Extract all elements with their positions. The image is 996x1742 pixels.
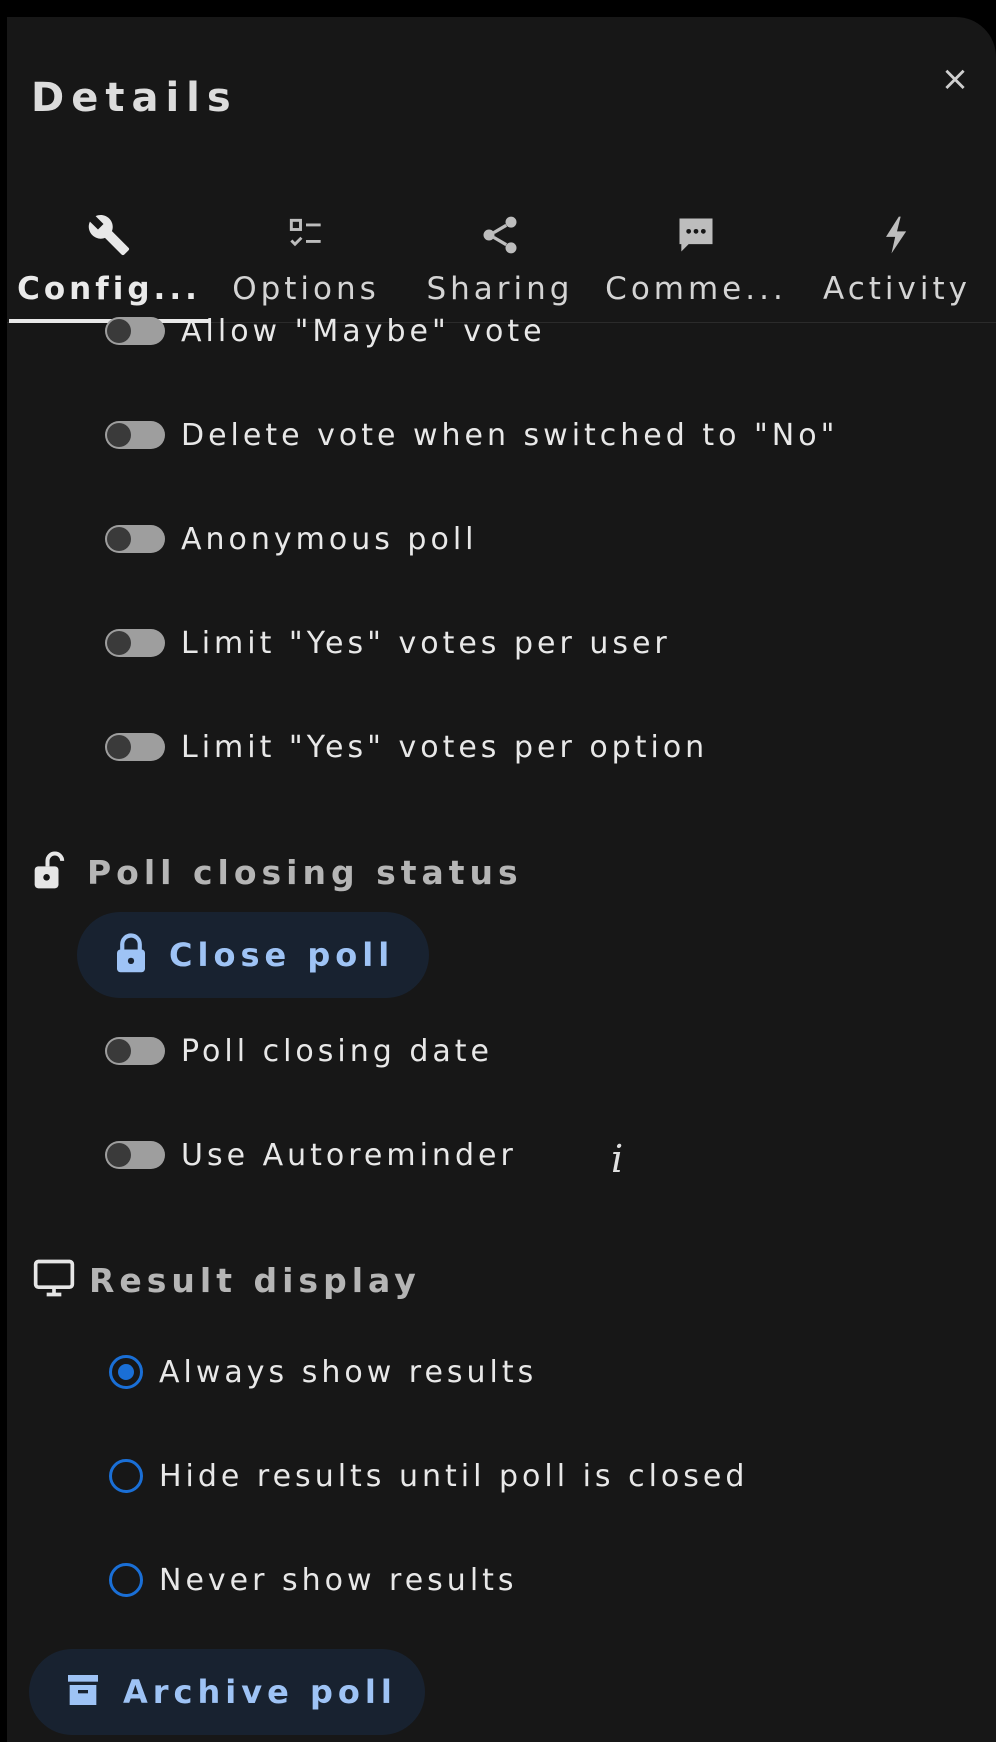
toggle-limit-yes-user[interactable]: Limit "Yes" votes per user: [105, 618, 671, 668]
radio-button[interactable]: [109, 1355, 143, 1389]
tab-label: Activity: [823, 271, 971, 307]
section-label: Poll closing status: [87, 852, 523, 892]
page-title: Details: [31, 75, 238, 121]
toggle-allow-maybe[interactable]: Allow "Maybe" vote: [105, 306, 546, 356]
button-label: Close poll: [169, 936, 395, 974]
lock-icon: [113, 932, 149, 978]
radio-label: Never show results: [159, 1562, 518, 1598]
toggle-anonymous-poll[interactable]: Anonymous poll: [105, 514, 477, 564]
toggle-label: Anonymous poll: [181, 521, 478, 557]
section-poll-closing-status: Poll closing status: [31, 847, 523, 897]
toggle-label: Poll closing date: [181, 1033, 493, 1069]
radio-always-show[interactable]: Always show results: [109, 1347, 537, 1397]
radio-button[interactable]: [109, 1563, 143, 1597]
section-label: Result display: [89, 1260, 421, 1300]
toggle-switch[interactable]: [105, 317, 165, 345]
toggle-switch[interactable]: [105, 421, 165, 449]
archive-icon: [63, 1670, 103, 1714]
radio-label: Hide results until poll is closed: [159, 1458, 749, 1494]
toggle-switch[interactable]: [105, 525, 165, 553]
toggle-label: Limit "Yes" votes per user: [181, 625, 671, 661]
radio-never-show[interactable]: Never show results: [109, 1555, 518, 1605]
monitor-icon: [31, 1256, 77, 1304]
tab-label: Config...: [17, 271, 201, 307]
toggle-label: Limit "Yes" votes per option: [181, 729, 709, 765]
tab-options[interactable]: Options: [217, 193, 395, 319]
checklist-icon: [217, 213, 395, 257]
tab-label: Options: [232, 271, 380, 307]
close-button[interactable]: ×: [933, 57, 977, 101]
archive-poll-button[interactable]: Archive poll: [29, 1649, 425, 1735]
share-icon: [405, 213, 595, 257]
toggle-switch[interactable]: [105, 629, 165, 657]
toggle-autoreminder[interactable]: Use Autoreminder: [105, 1130, 517, 1180]
radio-label: Always show results: [159, 1354, 538, 1390]
button-label: Archive poll: [123, 1673, 397, 1711]
tab-activity[interactable]: Activity: [805, 193, 989, 319]
toggle-delete-vote[interactable]: Delete vote when switched to "No": [105, 410, 838, 460]
lightning-icon: [805, 213, 989, 257]
wrench-icon: [11, 213, 207, 257]
info-icon[interactable]: i: [611, 1137, 623, 1181]
toggle-label: Delete vote when switched to "No": [181, 417, 839, 453]
tab-config[interactable]: Config...: [11, 193, 207, 319]
tab-comments[interactable]: Comme...: [603, 193, 789, 319]
section-result-display: Result display: [31, 1255, 421, 1305]
toggle-switch[interactable]: [105, 1037, 165, 1065]
tab-label: Sharing: [426, 271, 574, 307]
tab-label: Comme...: [605, 271, 787, 307]
tab-sharing[interactable]: Sharing: [405, 193, 595, 319]
unlock-icon: [31, 847, 75, 897]
details-sidebar: Details × Config... Options Sharing Comm…: [7, 17, 996, 1742]
radio-button[interactable]: [109, 1459, 143, 1493]
toggle-limit-yes-option[interactable]: Limit "Yes" votes per option: [105, 722, 708, 772]
tab-bar: Config... Options Sharing Comme... Activ…: [7, 193, 996, 323]
toggle-poll-closing-date[interactable]: Poll closing date: [105, 1026, 493, 1076]
toggle-switch[interactable]: [105, 1141, 165, 1169]
close-poll-button[interactable]: Close poll: [77, 912, 429, 998]
toggle-label: Use Autoreminder: [181, 1137, 517, 1173]
radio-hide-until-closed[interactable]: Hide results until poll is closed: [109, 1451, 748, 1501]
toggle-switch[interactable]: [105, 733, 165, 761]
comment-icon: [603, 213, 789, 257]
toggle-label: Allow "Maybe" vote: [181, 313, 546, 349]
